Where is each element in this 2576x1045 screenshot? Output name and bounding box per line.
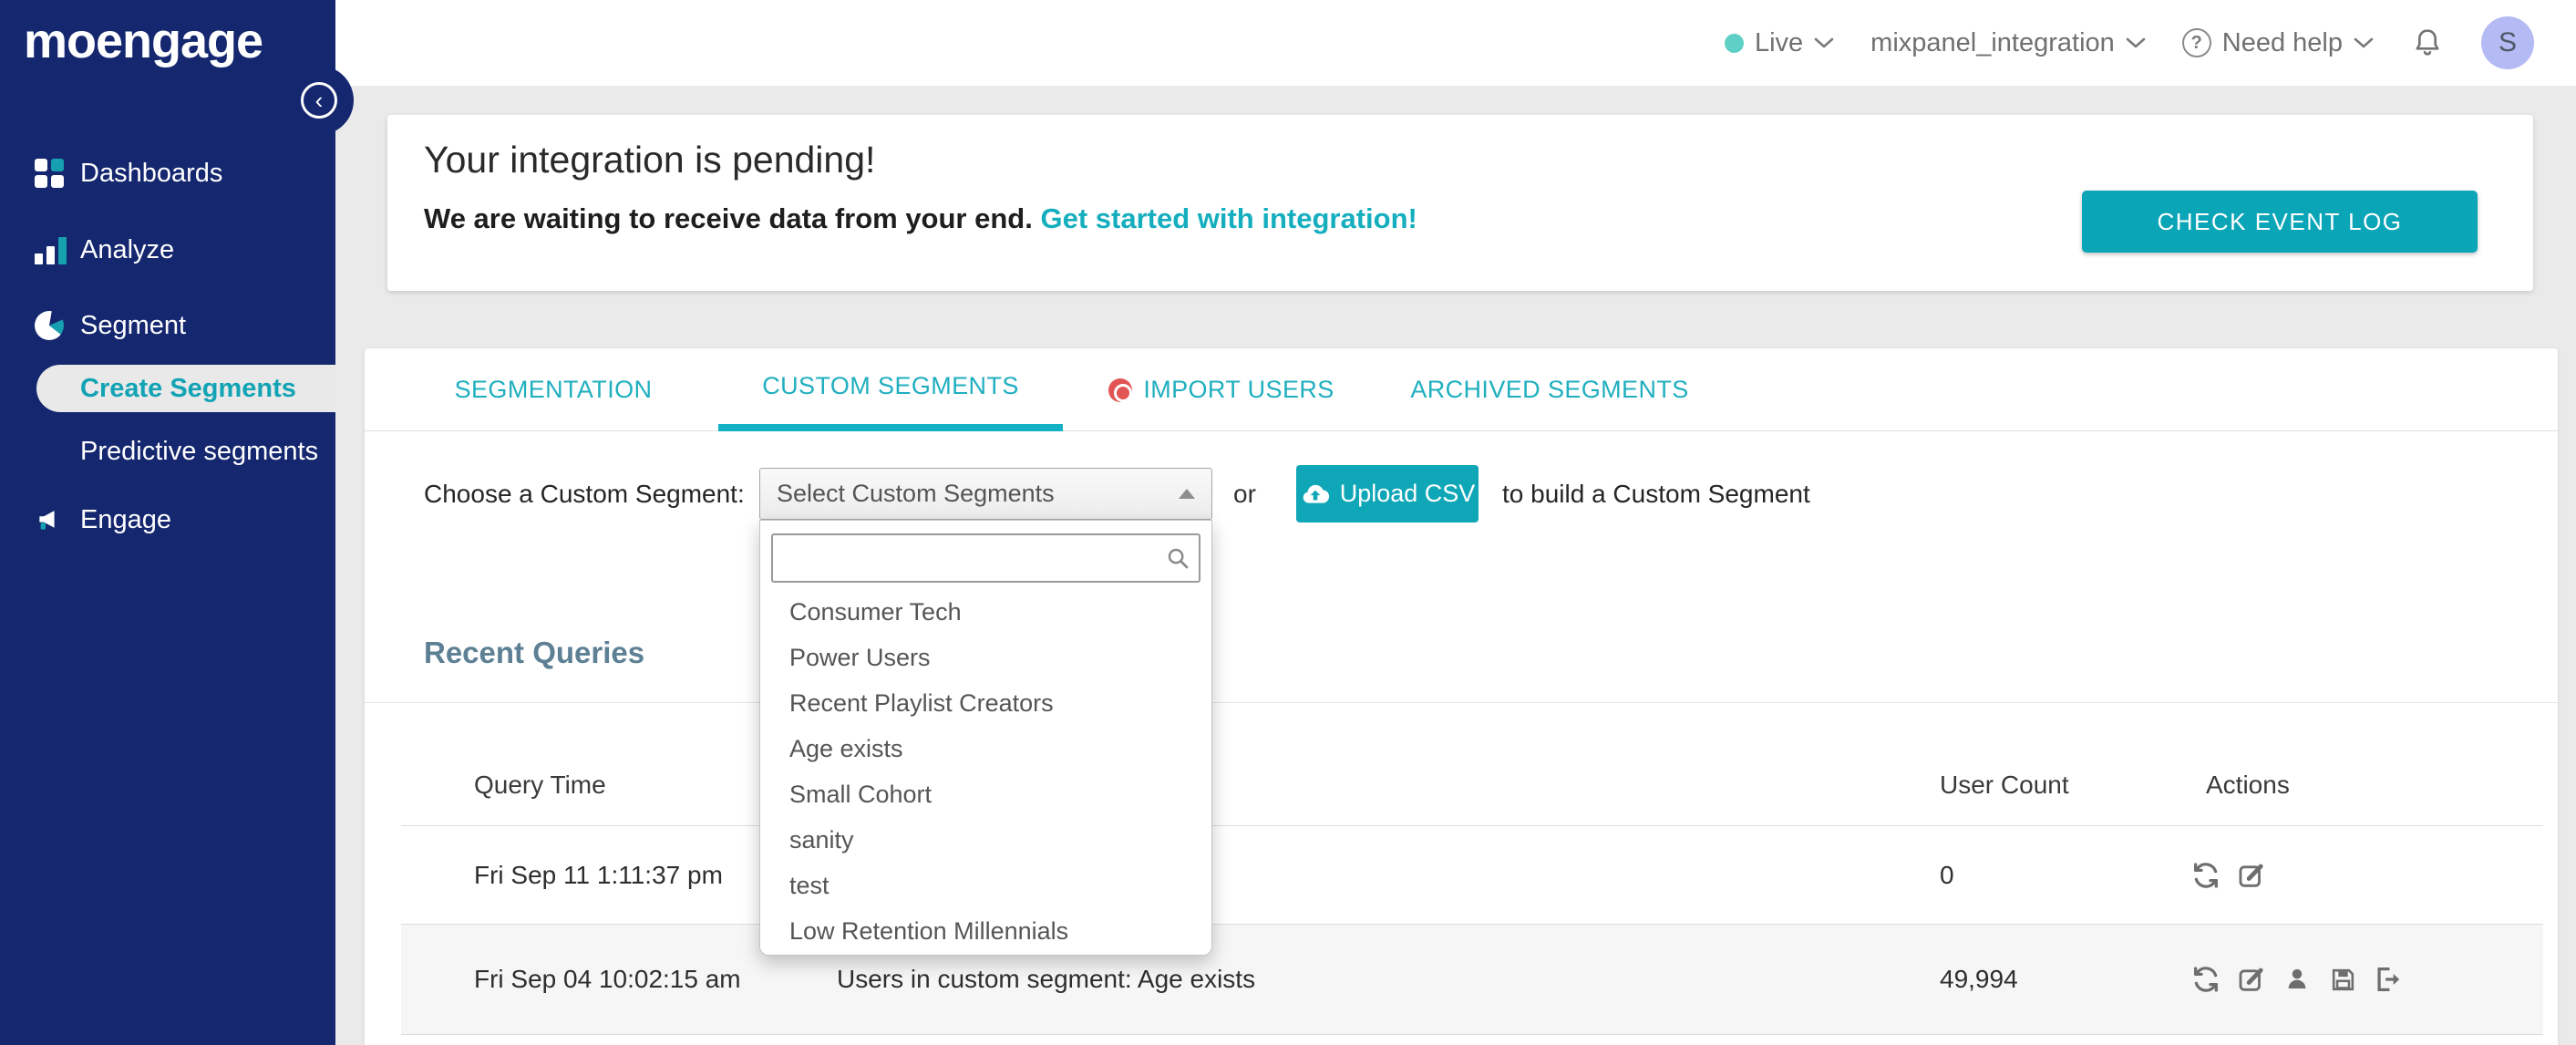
chevron-down-icon: [1814, 37, 1834, 47]
sidebar-item-label: Segment: [80, 310, 187, 340]
sidebar-item-label: Predictive segments: [80, 436, 319, 466]
or-text: or: [1233, 479, 1256, 508]
sidebar-item-engage[interactable]: Engage: [0, 494, 335, 545]
upload-csv-button[interactable]: Upload CSV: [1296, 465, 1479, 522]
column-actions: Actions: [2206, 771, 2290, 799]
need-help-label: Need help: [2221, 27, 2343, 57]
dropdown-option[interactable]: sanity: [760, 817, 1211, 863]
sidebar-item-label: Dashboards: [80, 158, 223, 188]
question-circle-icon: ?: [2181, 28, 2211, 57]
chevron-left-icon: ‹: [314, 87, 324, 114]
tab-archived-segments[interactable]: ARCHIVED SEGMENTS: [1408, 348, 1691, 431]
edit-icon[interactable]: [2235, 859, 2268, 892]
table-header-row: Query Time User Count Actions: [401, 758, 2543, 812]
workspace-switcher[interactable]: mixpanel_integration: [1870, 28, 2146, 58]
sidebar-item-create-segments[interactable]: Create Segments: [36, 365, 335, 412]
notifications-button[interactable]: [2410, 26, 2445, 60]
sidebar-item-analyze[interactable]: Analyze: [0, 224, 335, 275]
pie-chart-icon: [35, 311, 64, 340]
live-status-dot-icon: [1724, 33, 1744, 53]
segments-card: SEGMENTATION CUSTOM SEGMENTS IMPORT USER…: [365, 348, 2558, 1045]
avatar-initial: S: [2498, 27, 2517, 57]
choose-segment-label: Choose a Custom Segment:: [424, 479, 745, 508]
cloud-upload-icon: [1303, 484, 1329, 503]
sidebar-item-label: Engage: [80, 504, 171, 534]
dropdown-option[interactable]: Age exists: [760, 726, 1211, 771]
refresh-icon[interactable]: [2190, 859, 2222, 892]
export-icon[interactable]: [2372, 963, 2405, 996]
save-icon[interactable]: [2326, 963, 2359, 996]
user-icon[interactable]: [2281, 963, 2313, 996]
divider: [365, 702, 2558, 703]
environment-label: Live: [1754, 27, 1804, 57]
sidebar-collapse-button[interactable]: ‹: [301, 82, 337, 119]
user-count-cell: 0: [1940, 860, 1954, 889]
dropdown-option[interactable]: Power Users: [760, 635, 1211, 680]
recent-queries-title: Recent Queries: [424, 636, 645, 669]
moengage-logo: moengage: [24, 14, 263, 68]
query-time-cell: Fri Sep 04 10:02:15 am: [474, 965, 741, 993]
dropdown-list: Consumer Tech Power Users Recent Playlis…: [760, 589, 1211, 954]
banner-subtitle: We are waiting to receive data from your…: [424, 202, 1417, 234]
sidebar-item-label: Create Segments: [80, 373, 296, 403]
sidebar-item-predictive-segments[interactable]: Predictive segments: [0, 426, 335, 477]
custom-segments-dropdown: Consumer Tech Power Users Recent Playlis…: [759, 520, 1212, 956]
actions-cell: [2190, 826, 2268, 924]
integration-pending-banner: Your integration is pending! We are wait…: [387, 115, 2533, 291]
edit-icon[interactable]: [2235, 963, 2268, 996]
sidebar-item-segment[interactable]: Segment: [0, 300, 335, 351]
table-row: Fri Sep 04 10:02:15 am Users in custom s…: [401, 924, 2543, 1035]
check-event-log-button[interactable]: CHECK EVENT LOG: [2082, 191, 2478, 253]
beacon-icon: [1108, 378, 1133, 402]
sidebar-item-label: Analyze: [80, 234, 175, 264]
top-bar: Live mixpanel_integration ? Need help S: [335, 0, 2576, 87]
megaphone-icon: [35, 505, 64, 534]
custom-segments-select[interactable]: Select Custom Segments: [759, 468, 1212, 520]
tab-segmentation[interactable]: SEGMENTATION: [435, 348, 672, 431]
app-root: moengage Dashboards Analyze Segment Crea…: [0, 0, 2576, 1045]
banner-title: Your integration is pending!: [424, 139, 876, 181]
caret-up-icon: [1179, 489, 1195, 499]
user-count-cell: 49,994: [1940, 965, 2018, 993]
chevron-down-icon: [2126, 37, 2146, 47]
tab-custom-segments[interactable]: CUSTOM SEGMENTS: [718, 348, 1063, 431]
search-icon: [1164, 544, 1191, 576]
need-help-menu[interactable]: ? Need help: [2181, 27, 2374, 58]
column-query-time: Query Time: [474, 771, 606, 799]
get-started-link[interactable]: Get started with integration!: [1040, 202, 1417, 234]
dropdown-option[interactable]: Low Retention Millennials: [760, 908, 1211, 954]
chevron-down-icon: [2354, 37, 2374, 47]
actions-cell: [2190, 925, 2405, 1034]
table-row: Fri Sep 11 1:11:37 pm 0: [401, 826, 2543, 924]
dashboards-grid-icon: [35, 159, 64, 188]
dropdown-option[interactable]: test: [760, 863, 1211, 908]
tab-import-users[interactable]: IMPORT USERS: [1094, 348, 1349, 431]
segment-search-input[interactable]: [771, 533, 1200, 583]
refresh-icon[interactable]: [2190, 963, 2222, 996]
select-value: Select Custom Segments: [777, 480, 1055, 507]
build-segment-text: to build a Custom Segment: [1502, 479, 1810, 508]
query-time-cell: Fri Sep 11 1:11:37 pm: [474, 860, 723, 889]
user-avatar[interactable]: S: [2481, 16, 2534, 69]
dropdown-option[interactable]: Recent Playlist Creators: [760, 680, 1211, 726]
bell-icon: [2416, 29, 2439, 56]
dropdown-option[interactable]: Consumer Tech: [760, 589, 1211, 635]
tabs-row: SEGMENTATION CUSTOM SEGMENTS IMPORT USER…: [365, 348, 2558, 431]
dropdown-option[interactable]: Small Cohort: [760, 771, 1211, 817]
sidebar: moengage Dashboards Analyze Segment Crea…: [0, 0, 354, 1045]
workspace-label: mixpanel_integration: [1870, 27, 2115, 57]
column-user-count: User Count: [1940, 771, 2069, 799]
sidebar-item-dashboards[interactable]: Dashboards: [0, 148, 335, 199]
bar-chart-icon: [35, 235, 67, 264]
environment-switcher[interactable]: Live: [1724, 27, 1834, 58]
